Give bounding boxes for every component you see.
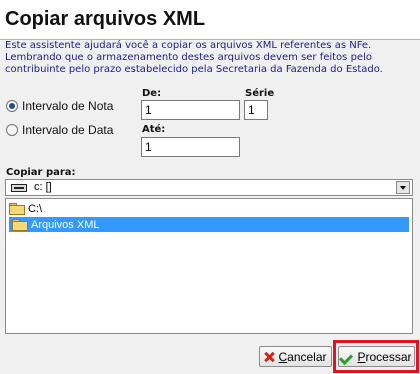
drive-icon [11,184,27,192]
radio-intervalo-nota[interactable]: Intervalo de Nota [6,99,113,113]
radio-intervalo-data[interactable]: Intervalo de Data [6,123,113,137]
radio-label-nota: Intervalo de Nota [22,99,114,113]
serie-input[interactable]: 1 [244,100,268,120]
highlight-box [333,340,419,373]
cancel-button[interactable]: Cancelar [259,346,332,367]
folder-tree[interactable]: C:\ Arquivos XML [5,198,413,334]
drive-select-value: c: [] [34,181,52,193]
intro-text: Este assistente ajudará você a copiar os… [5,40,383,75]
page-title: Copiar arquivos XML [5,8,206,30]
dialog-header: Copiar arquivos XML [0,0,420,40]
ate-input[interactable]: 1 [141,137,240,157]
radio-button-unchecked[interactable] [6,124,18,136]
radio-button-checked[interactable] [6,100,18,112]
folder-open-icon [12,219,28,231]
tree-item-label: Arquivos XML [31,218,100,231]
tree-item-label: C:\ [28,202,43,215]
copy-xml-dialog: Copiar arquivos XML Este assistente ajud… [0,0,420,374]
serie-label: Série [245,88,275,99]
copy-to-label: Copiar para: [6,167,76,178]
cancel-button-accel: C [278,349,288,364]
ate-label: Até: [142,124,166,135]
tree-item-c-drive[interactable]: C:\ [9,201,46,216]
cancel-button-label: ancelar [287,349,327,364]
chevron-down-icon[interactable] [396,181,410,194]
de-label: De: [142,88,162,99]
de-input[interactable]: 1 [141,100,240,120]
close-icon [264,352,274,362]
tree-item-arquivos-xml[interactable]: Arquivos XML [9,217,409,232]
folder-open-icon [9,203,25,215]
drive-select[interactable]: c: [] [5,179,413,196]
radio-label-data: Intervalo de Data [22,123,114,137]
